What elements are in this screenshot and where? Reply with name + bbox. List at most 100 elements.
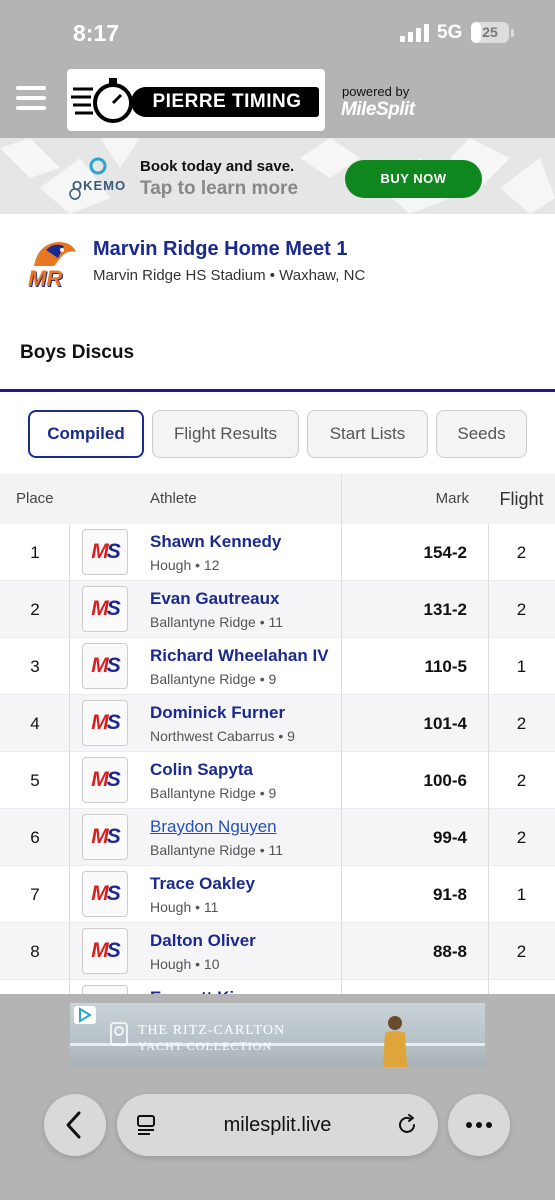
results-tabs: Compiled Flight Results Start Lists Seed… [0, 410, 555, 458]
status-time: 8:17 [73, 20, 120, 46]
ritz-ad-title: THE RITZ-CARLTON [138, 1023, 286, 1038]
table-row[interactable]: Emmett King [0, 980, 555, 994]
mark-cell: 88-8 [432, 942, 467, 961]
pierre-timing-logo[interactable]: PIERRE TIMING [67, 69, 325, 131]
mark-cell: 100-6 [423, 771, 467, 790]
back-button[interactable] [44, 1094, 106, 1156]
reload-icon[interactable] [395, 1113, 419, 1137]
more-options-button[interactable] [448, 1094, 510, 1156]
flight-cell: 2 [516, 600, 527, 619]
table-row[interactable]: 7 MS Trace Oakley Hough • 11 91-8 1 [0, 866, 555, 923]
battery-percent: 25 [482, 24, 498, 40]
badge-text: MS [91, 939, 121, 962]
athlete-name-link[interactable]: Richard Wheelahan IV [150, 646, 329, 666]
tab-compiled[interactable]: Compiled [28, 410, 144, 458]
tab-flight-results[interactable]: Flight Results [152, 410, 299, 458]
person-silhouette-icon [383, 1016, 407, 1067]
column-divider [488, 524, 489, 994]
header-place: Place [16, 490, 54, 507]
column-divider [69, 524, 70, 994]
flight-cell: 2 [516, 543, 527, 562]
meet-results: MR Marvin Ridge Home Meet 1 Marvin Ridge… [0, 214, 555, 994]
place-cell: 6 [30, 828, 40, 847]
athlete-name-link[interactable]: Braydon Nguyen [150, 817, 277, 837]
place-cell: 3 [30, 657, 40, 676]
milesplit-badge-icon[interactable]: MS [82, 871, 128, 917]
milesplit-badge-icon[interactable]: MS [82, 757, 128, 803]
athlete-name-link[interactable]: Evan Gautreaux [150, 589, 279, 609]
table-row[interactable]: 6 MS Braydon Nguyen Ballantyne Ridge • 11 99… [0, 809, 555, 866]
flight-cell [488, 980, 555, 994]
tab-start-lists[interactable]: Start Lists [307, 410, 428, 458]
ritz-carlton-ad[interactable]: THE RITZ-CARLTON YACHT COLLECTION [70, 1003, 485, 1067]
badge-text: MS [91, 654, 121, 677]
athlete-team-grade: Ballantyne Ridge • 9 [150, 671, 277, 687]
browser-bottom: THE RITZ-CARLTON YACHT COLLECTION milesp… [0, 994, 555, 1200]
tab-seeds[interactable]: Seeds [436, 410, 527, 458]
meet-location: Marvin Ridge HS Stadium • Waxhaw, NC [93, 267, 366, 284]
ellipsis-icon [466, 1122, 492, 1128]
meet-logo: MR [24, 236, 80, 292]
athlete-name-link[interactable]: Dominick Furner [150, 703, 285, 723]
place-cell: 5 [30, 771, 40, 790]
status-bar: 8:17 5G 25 [0, 0, 555, 66]
okemo-brand: OKEMO [72, 178, 127, 193]
milesplit-badge-icon[interactable]: MS [82, 643, 128, 689]
adchoices-icon[interactable] [74, 1006, 96, 1024]
meet-name[interactable]: Marvin Ridge Home Meet 1 [93, 238, 348, 261]
ad-banner[interactable]: OKEMO Book today and save. Tap to learn … [0, 138, 555, 214]
milesplit-badge-icon[interactable]: MS [82, 814, 128, 860]
event-name: Boys Discus [20, 342, 135, 363]
milesplit-badge-icon[interactable]: MS [82, 586, 128, 632]
athlete-name-link[interactable]: Trace Oakley [150, 874, 255, 894]
place-cell: 8 [30, 942, 40, 961]
flight-cell: 2 [516, 771, 527, 790]
table-row[interactable]: 2 MS Evan Gautreaux Ballantyne Ridge • 11 13… [0, 581, 555, 638]
athlete-team-grade: Hough • 10 [150, 956, 220, 972]
table-row[interactable]: 3 MS Richard Wheelahan IV Ballantyne Ridge … [0, 638, 555, 695]
athlete-name-link[interactable]: Dalton Oliver [150, 931, 256, 951]
table-row[interactable]: 8 MS Dalton Oliver Hough • 10 88-8 2 [0, 923, 555, 980]
mark-cell: 110-5 [424, 657, 467, 676]
milesplit-badge-icon[interactable]: MS [82, 700, 128, 746]
column-divider [341, 474, 342, 994]
badge-text: MS [91, 882, 121, 905]
athlete-team-grade: Northwest Cabarrus • 9 [150, 728, 295, 744]
athlete-team-grade: Hough • 11 [150, 899, 219, 915]
ad-title: Book today and save. [140, 158, 295, 175]
battery-icon: 25 [471, 22, 509, 43]
athlete-name-link[interactable]: Colin Sapyta [150, 760, 253, 780]
site-header: PIERRE TIMING powered by MileSplit [0, 66, 555, 138]
flight-cell: 1 [516, 885, 527, 904]
ad-subtitle: Tap to learn more [140, 178, 299, 199]
place-cell: 2 [30, 600, 40, 619]
place-cell [0, 980, 70, 994]
stopwatch-icon [71, 78, 133, 123]
milesplit-badge-icon[interactable]: MS [82, 529, 128, 575]
powered-by-label: powered by [342, 84, 410, 99]
milesplit-brand[interactable]: MileSplit [341, 99, 415, 121]
signal-strength-icon [400, 24, 430, 42]
buy-now-button[interactable]: BUY NOW [345, 160, 482, 198]
milesplit-badge-icon[interactable]: MS [82, 928, 128, 974]
mark-cell: 131-2 [423, 600, 467, 619]
logo-text: PIERRE TIMING [152, 91, 302, 112]
meet-logo-text: MR [28, 266, 63, 291]
header-flight: Flight [499, 489, 544, 509]
address-bar[interactable]: milesplit.live [117, 1094, 438, 1156]
hamburger-menu-icon[interactable] [16, 86, 46, 110]
athlete-team-grade: Hough • 12 [150, 557, 220, 573]
athlete-team-grade: Ballantyne Ridge • 11 [150, 614, 284, 630]
flight-cell: 2 [516, 714, 527, 733]
athlete-name-link[interactable]: Shawn Kennedy [150, 532, 281, 552]
flight-cell: 2 [516, 828, 527, 847]
flight-cell: 2 [516, 942, 527, 961]
badge-text: MS [91, 540, 121, 563]
badge-text: MS [91, 825, 121, 848]
mark-cell: 101-4 [423, 714, 467, 733]
table-row[interactable]: 1 MS Shawn Kennedy Hough • 12 154-2 2 [0, 524, 555, 581]
ritz-ad-subtitle: YACHT COLLECTION [138, 1039, 273, 1053]
table-row[interactable]: 4 MS Dominick Furner Northwest Cabarrus • 9… [0, 695, 555, 752]
table-row[interactable]: 5 MS Colin Sapyta Ballantyne Ridge • 9 100-6… [0, 752, 555, 809]
flight-cell: 1 [516, 657, 527, 676]
